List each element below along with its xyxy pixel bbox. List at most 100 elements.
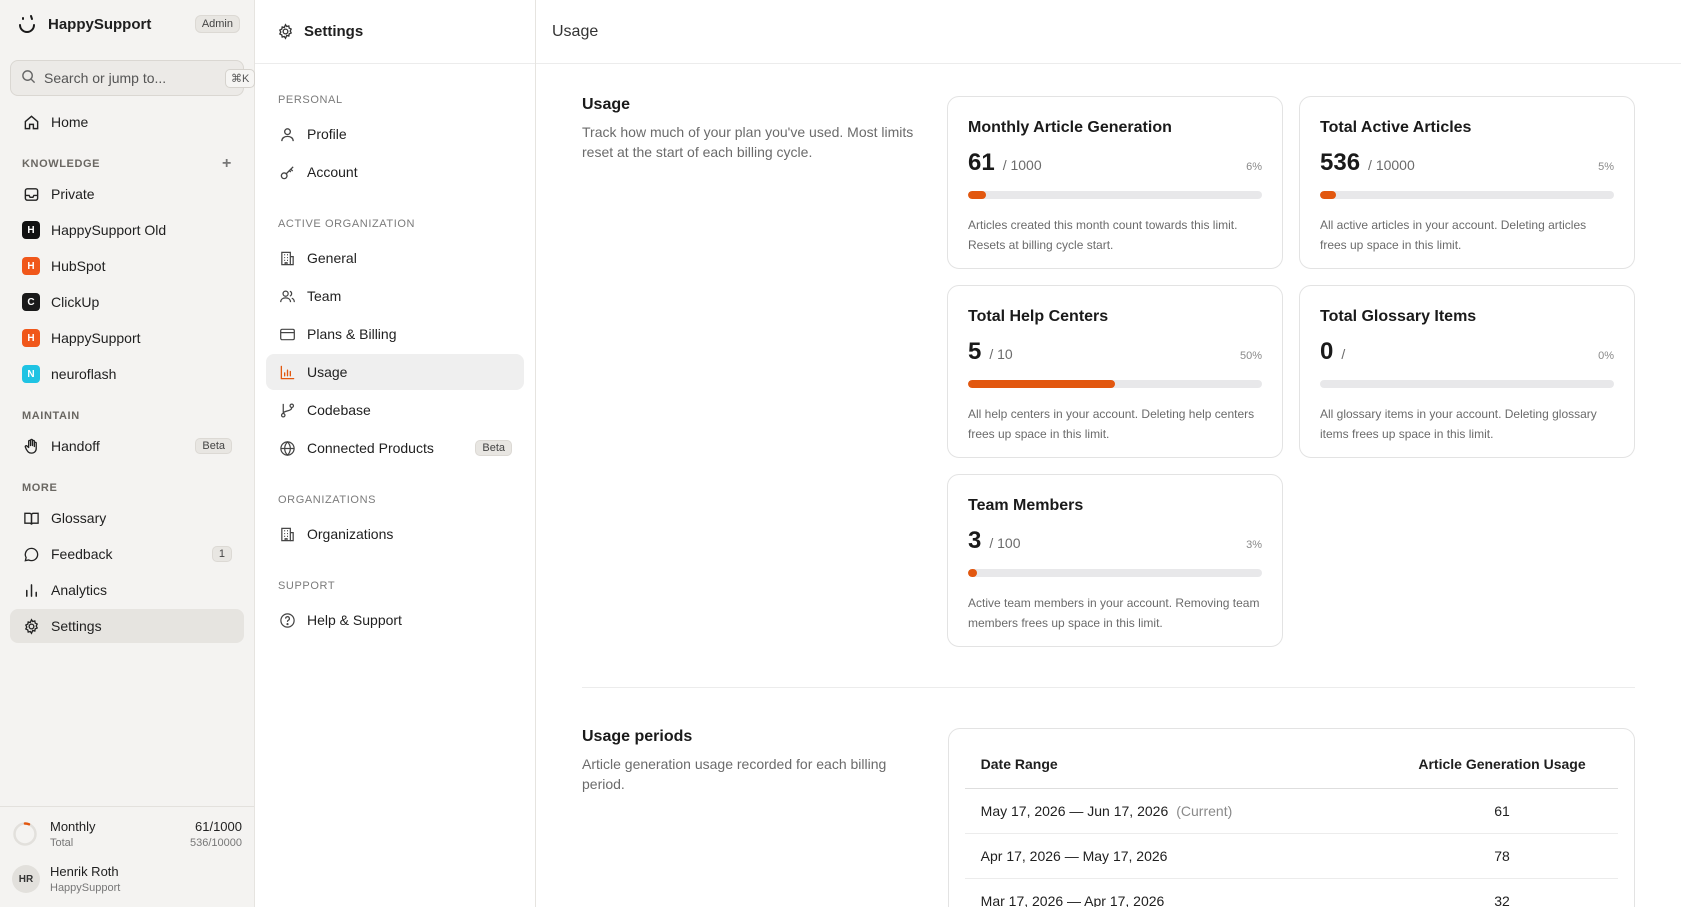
user-org: HappySupport	[50, 882, 121, 894]
card-desc: All active articles in your account. Del…	[1320, 218, 1587, 252]
usage-summary[interactable]: Monthly Total 61/1000 536/10000	[0, 807, 254, 857]
settings-nav: Settings PERSONAL Profile Account ACTIVE…	[255, 0, 536, 907]
usage-label-total: Total	[50, 837, 74, 849]
usage-periods-section: Usage periods Article generation usage r…	[536, 688, 1681, 907]
progress-fill	[1320, 191, 1336, 199]
card-title: Total Active Articles	[1320, 119, 1472, 136]
settings-item-team[interactable]: Team	[266, 278, 524, 314]
maintain-section-title: MAINTAIN	[22, 410, 80, 422]
settings-item-help[interactable]: Help & Support	[266, 602, 524, 638]
search-icon	[21, 69, 36, 87]
brand-name: HappySupport	[48, 15, 152, 33]
sidebar-item-analytics[interactable]: Analytics	[10, 573, 244, 607]
settings-item-account[interactable]: Account	[266, 154, 524, 190]
usage-value-monthly: 61/1000	[195, 819, 242, 834]
sidebar-item-feedback[interactable]: Feedback 1	[10, 537, 244, 571]
page-title: Usage	[536, 0, 1681, 64]
home-icon	[22, 113, 40, 131]
sidebar: HappySupport Admin ⌘K Home KNOWLEDGE + P…	[0, 0, 256, 907]
sidebar-item-settings[interactable]: Settings	[10, 609, 244, 643]
user-name: Henrik Roth	[50, 864, 119, 879]
card-value: 61	[968, 149, 995, 176]
usage-value: 78	[1494, 848, 1510, 864]
search-input[interactable]	[44, 70, 225, 86]
search-shortcut: ⌘K	[225, 68, 256, 88]
settings-item-organizations[interactable]: Organizations	[266, 516, 524, 552]
progress-fill	[968, 380, 1115, 388]
card-percent: 3%	[1246, 539, 1262, 551]
avatar: HR	[12, 865, 40, 893]
settings-item-general[interactable]: General	[266, 240, 524, 276]
card-limit: /	[1341, 346, 1346, 362]
add-knowledge-button[interactable]: +	[222, 156, 232, 172]
support-group-title: SUPPORT	[278, 580, 336, 592]
beta-badge: Beta	[195, 438, 232, 454]
beta-badge: Beta	[475, 440, 512, 456]
sidebar-item-hubspot[interactable]: H HubSpot	[10, 249, 244, 283]
organizations-group-title: ORGANIZATIONS	[278, 494, 377, 506]
sidebar-item-glossary[interactable]: Glossary	[10, 501, 244, 535]
search-box[interactable]: ⌘K	[10, 60, 256, 96]
settings-item-profile[interactable]: Profile	[266, 116, 524, 152]
git-branch-icon	[278, 401, 296, 419]
usage-card-help-centers: Total Help Centers 5 / 10 50% All help c…	[947, 285, 1283, 458]
workspace-logo-icon: C	[22, 293, 40, 311]
feedback-count-badge: 1	[211, 546, 232, 562]
key-icon	[278, 163, 296, 181]
card-percent: 50%	[1239, 350, 1262, 362]
card-limit: / 10	[989, 346, 1013, 362]
card-title: Total Glossary Items	[1320, 308, 1477, 325]
date-range: May 17, 2026 — Jun 17, 2026	[980, 803, 1169, 819]
admin-badge: Admin	[194, 15, 240, 33]
sidebar-item-happysupport-old[interactable]: H HappySupport Old	[10, 213, 244, 247]
card-limit: / 100	[989, 535, 1021, 551]
date-range: Apr 17, 2026 — May 17, 2026	[980, 848, 1168, 864]
usage-section-desc: Track how much of your plan you've used.…	[582, 124, 914, 160]
card-desc: All help centers in your account. Deleti…	[968, 407, 1255, 441]
usage-periods-table: Date Range Article Generation Usage May …	[947, 728, 1635, 907]
inbox-icon	[22, 185, 40, 203]
sidebar-item-private[interactable]: Private	[10, 177, 244, 211]
usage-card-active-articles: Total Active Articles 536 / 10000 5% All…	[1299, 96, 1635, 269]
settings-item-billing[interactable]: Plans & Billing	[266, 316, 524, 352]
card-value: 0	[1320, 338, 1334, 365]
usage-section-title: Usage	[582, 96, 631, 113]
sidebar-item-label: Home	[51, 114, 89, 130]
table-row: Mar 17, 2026 — Apr 17, 2026 32	[965, 879, 1618, 907]
card-value: 5	[968, 338, 982, 365]
table-row: May 17, 2026 — Jun 17, 2026 (Current) 61	[964, 789, 1618, 834]
card-limit: / 10000	[1368, 157, 1415, 173]
sidebar-item-neuroflash[interactable]: N neuroflash	[10, 357, 244, 391]
sidebar-item-happysupport[interactable]: H HappySupport	[10, 321, 244, 355]
sidebar-footer: Monthly Total 61/1000 536/10000 HR Henri…	[0, 806, 254, 907]
card-desc: All glossary items in your account. Dele…	[1320, 407, 1597, 441]
column-header-date-range: Date Range	[980, 755, 1058, 772]
sidebar-item-clickup[interactable]: C ClickUp	[10, 285, 244, 319]
sidebar-item-home[interactable]: Home	[10, 105, 244, 139]
progress-bar	[1320, 380, 1614, 388]
building-icon	[278, 525, 296, 543]
more-section-title: MORE	[22, 482, 58, 494]
settings-item-codebase[interactable]: Codebase	[266, 392, 524, 428]
usage-value: 61	[1494, 803, 1510, 819]
workspace-logo-icon: N	[22, 365, 40, 383]
credit-card-icon	[278, 325, 296, 343]
card-title: Team Members	[968, 497, 1084, 514]
gear-icon	[277, 23, 294, 40]
progress-bar	[1320, 191, 1614, 199]
globe-icon	[278, 439, 296, 457]
usage-value: 32	[1494, 893, 1510, 907]
sidebar-item-handoff[interactable]: Handoff Beta	[10, 429, 244, 463]
periods-section-title: Usage periods	[582, 728, 693, 745]
bar-chart-icon	[278, 363, 296, 381]
workspace-logo-icon: H	[22, 329, 40, 347]
date-range: Mar 17, 2026 — Apr 17, 2026	[980, 893, 1165, 907]
card-value: 536	[1320, 149, 1361, 176]
user-menu[interactable]: HR Henrik Roth HappySupport	[0, 857, 254, 907]
active-org-group-title: ACTIVE ORGANIZATION	[278, 218, 416, 230]
settings-item-connected-products[interactable]: Connected Products Beta	[266, 430, 524, 466]
settings-item-usage[interactable]: Usage	[266, 354, 524, 390]
building-icon	[278, 249, 296, 267]
table-header: Date Range Article Generation Usage	[964, 739, 1618, 789]
column-header-usage: Article Generation Usage	[1418, 755, 1586, 772]
